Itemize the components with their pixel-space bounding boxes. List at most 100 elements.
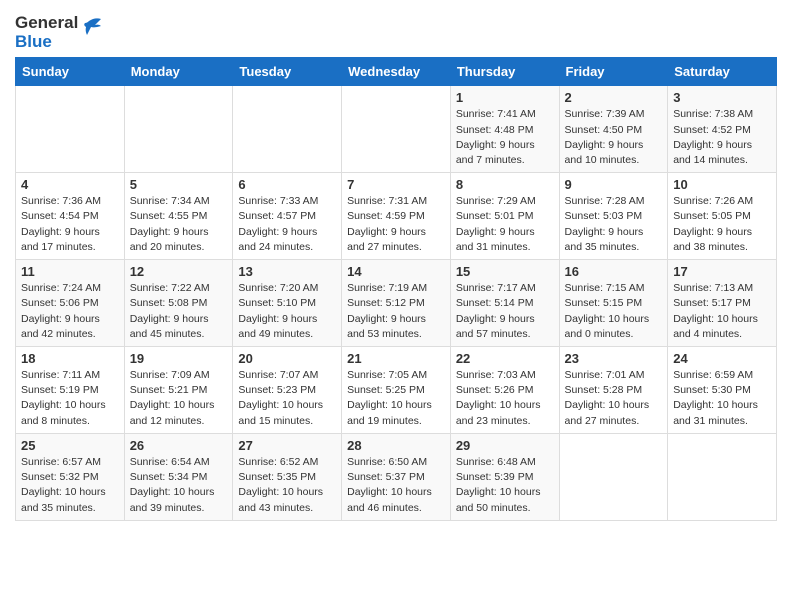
calendar-cell: 15 Sunrise: 7:17 AM Sunset: 5:14 PM Dayli… [450,260,559,347]
day-info: Sunrise: 7:41 AM Sunset: 4:48 PM Dayligh… [456,107,554,168]
calendar-week-row: 18 Sunrise: 7:11 AM Sunset: 5:19 PM Dayli… [16,347,777,434]
day-info: Sunrise: 7:17 AM Sunset: 5:14 PM Dayligh… [456,281,554,342]
calendar-cell: 23 Sunrise: 7:01 AM Sunset: 5:28 PM Dayli… [559,347,668,434]
day-number: 6 [238,177,336,192]
day-info: Sunrise: 7:20 AM Sunset: 5:10 PM Dayligh… [238,281,336,342]
day-info: Sunrise: 6:50 AM Sunset: 5:37 PM Dayligh… [347,455,445,516]
day-number: 19 [130,351,228,366]
calendar-cell: 9 Sunrise: 7:28 AM Sunset: 5:03 PM Daylig… [559,173,668,260]
day-number: 18 [21,351,119,366]
day-number: 2 [565,90,663,105]
logo-blue: Blue [15,33,78,52]
calendar-cell [668,433,777,520]
calendar-cell [559,433,668,520]
weekday-header: Tuesday [233,58,342,86]
logo-general: General [15,14,78,33]
weekday-header: Wednesday [342,58,451,86]
calendar-cell: 5 Sunrise: 7:34 AM Sunset: 4:55 PM Daylig… [124,173,233,260]
calendar-week-row: 1Sunrise: 7:41 AM Sunset: 4:48 PM Daylig… [16,86,777,173]
calendar-table: SundayMondayTuesdayWednesdayThursdayFrid… [15,57,777,520]
calendar-cell: 4Sunrise: 7:36 AM Sunset: 4:54 PM Daylig… [16,173,125,260]
day-info: Sunrise: 7:31 AM Sunset: 4:59 PM Dayligh… [347,194,445,255]
day-number: 29 [456,438,554,453]
day-info: Sunrise: 7:07 AM Sunset: 5:23 PM Dayligh… [238,368,336,429]
calendar-cell [16,86,125,173]
calendar-cell: 20 Sunrise: 7:07 AM Sunset: 5:23 PM Dayli… [233,347,342,434]
day-info: Sunrise: 6:54 AM Sunset: 5:34 PM Dayligh… [130,455,228,516]
day-number: 23 [565,351,663,366]
calendar-cell: 7 Sunrise: 7:31 AM Sunset: 4:59 PM Daylig… [342,173,451,260]
day-info: Sunrise: 7:36 AM Sunset: 4:54 PM Dayligh… [21,194,119,255]
day-info: Sunrise: 6:48 AM Sunset: 5:39 PM Dayligh… [456,455,554,516]
day-number: 12 [130,264,228,279]
day-info: Sunrise: 6:57 AM Sunset: 5:32 PM Dayligh… [21,455,119,516]
calendar-cell: 22Sunrise: 7:03 AM Sunset: 5:26 PM Dayli… [450,347,559,434]
calendar-cell: 2 Sunrise: 7:39 AM Sunset: 4:50 PM Daylig… [559,86,668,173]
logo-container: General Blue [15,14,103,51]
calendar-cell: 19 Sunrise: 7:09 AM Sunset: 5:21 PM Dayli… [124,347,233,434]
day-number: 16 [565,264,663,279]
day-info: Sunrise: 7:34 AM Sunset: 4:55 PM Dayligh… [130,194,228,255]
calendar-header-row: SundayMondayTuesdayWednesdayThursdayFrid… [16,58,777,86]
logo-bird-icon [81,15,103,50]
day-number: 10 [673,177,771,192]
day-number: 14 [347,264,445,279]
calendar-cell: 27Sunrise: 6:52 AM Sunset: 5:35 PM Dayli… [233,433,342,520]
calendar-cell: 18 Sunrise: 7:11 AM Sunset: 5:19 PM Dayli… [16,347,125,434]
day-info: Sunrise: 7:24 AM Sunset: 5:06 PM Dayligh… [21,281,119,342]
day-number: 17 [673,264,771,279]
day-number: 11 [21,264,119,279]
calendar-cell: 11 Sunrise: 7:24 AM Sunset: 5:06 PM Dayli… [16,260,125,347]
day-number: 9 [565,177,663,192]
calendar-cell: 1Sunrise: 7:41 AM Sunset: 4:48 PM Daylig… [450,86,559,173]
calendar-cell: 25 Sunrise: 6:57 AM Sunset: 5:32 PM Dayli… [16,433,125,520]
weekday-header: Friday [559,58,668,86]
calendar-cell: 14 Sunrise: 7:19 AM Sunset: 5:12 PM Dayli… [342,260,451,347]
calendar-cell: 6 Sunrise: 7:33 AM Sunset: 4:57 PM Daylig… [233,173,342,260]
day-number: 28 [347,438,445,453]
day-info: Sunrise: 7:01 AM Sunset: 5:28 PM Dayligh… [565,368,663,429]
calendar-week-row: 11 Sunrise: 7:24 AM Sunset: 5:06 PM Dayli… [16,260,777,347]
day-info: Sunrise: 7:39 AM Sunset: 4:50 PM Dayligh… [565,107,663,168]
day-info: Sunrise: 7:11 AM Sunset: 5:19 PM Dayligh… [21,368,119,429]
day-number: 20 [238,351,336,366]
calendar-cell [233,86,342,173]
day-number: 8 [456,177,554,192]
day-info: Sunrise: 7:13 AM Sunset: 5:17 PM Dayligh… [673,281,771,342]
calendar-cell: 21 Sunrise: 7:05 AM Sunset: 5:25 PM Dayli… [342,347,451,434]
calendar-cell: 26 Sunrise: 6:54 AM Sunset: 5:34 PM Dayli… [124,433,233,520]
day-info: Sunrise: 6:59 AM Sunset: 5:30 PM Dayligh… [673,368,771,429]
day-info: Sunrise: 7:05 AM Sunset: 5:25 PM Dayligh… [347,368,445,429]
day-info: Sunrise: 7:38 AM Sunset: 4:52 PM Dayligh… [673,107,771,168]
logo-text: General Blue [15,14,78,51]
day-info: Sunrise: 7:09 AM Sunset: 5:21 PM Dayligh… [130,368,228,429]
day-info: Sunrise: 7:33 AM Sunset: 4:57 PM Dayligh… [238,194,336,255]
day-info: Sunrise: 7:28 AM Sunset: 5:03 PM Dayligh… [565,194,663,255]
day-info: Sunrise: 7:19 AM Sunset: 5:12 PM Dayligh… [347,281,445,342]
day-number: 7 [347,177,445,192]
day-number: 24 [673,351,771,366]
day-number: 13 [238,264,336,279]
day-number: 5 [130,177,228,192]
day-info: Sunrise: 7:26 AM Sunset: 5:05 PM Dayligh… [673,194,771,255]
weekday-header: Monday [124,58,233,86]
day-number: 15 [456,264,554,279]
calendar-cell [124,86,233,173]
calendar-cell: 3Sunrise: 7:38 AM Sunset: 4:52 PM Daylig… [668,86,777,173]
calendar-cell: 13 Sunrise: 7:20 AM Sunset: 5:10 PM Dayli… [233,260,342,347]
calendar-cell: 24 Sunrise: 6:59 AM Sunset: 5:30 PM Dayli… [668,347,777,434]
day-number: 26 [130,438,228,453]
day-number: 27 [238,438,336,453]
page-header: General Blue [15,10,777,51]
calendar-cell: 8Sunrise: 7:29 AM Sunset: 5:01 PM Daylig… [450,173,559,260]
calendar-cell [342,86,451,173]
day-number: 21 [347,351,445,366]
calendar-cell: 12Sunrise: 7:22 AM Sunset: 5:08 PM Dayli… [124,260,233,347]
calendar-cell: 10 Sunrise: 7:26 AM Sunset: 5:05 PM Dayli… [668,173,777,260]
calendar-week-row: 4Sunrise: 7:36 AM Sunset: 4:54 PM Daylig… [16,173,777,260]
day-number: 22 [456,351,554,366]
calendar-cell: 29 Sunrise: 6:48 AM Sunset: 5:39 PM Dayli… [450,433,559,520]
day-number: 25 [21,438,119,453]
weekday-header: Saturday [668,58,777,86]
day-info: Sunrise: 7:15 AM Sunset: 5:15 PM Dayligh… [565,281,663,342]
